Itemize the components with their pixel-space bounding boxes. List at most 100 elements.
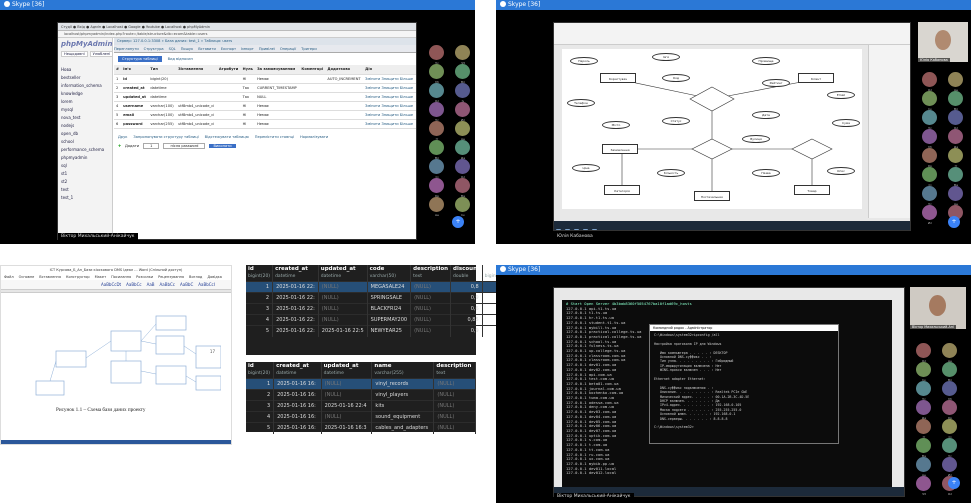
table-row[interactable]: 2 created_at datetime Так CURRENT_TIMESTAMP З… bbox=[114, 83, 416, 93]
participant-avatar[interactable]: Ім bbox=[455, 197, 470, 217]
participant-avatar[interactable]: Ва bbox=[948, 167, 963, 187]
table-row[interactable]: 4 username varchar(100) utf8mb4_unicode_ci Н… bbox=[114, 101, 416, 111]
style-preset[interactable]: AaB bbox=[147, 282, 155, 287]
participant-avatar[interactable]: Ан bbox=[916, 457, 931, 477]
db-tree-item[interactable]: test_1 bbox=[58, 194, 112, 202]
participant-avatar[interactable]: Ан bbox=[942, 343, 957, 363]
grid-row[interactable]: 4 2025-01-16 22: (NULL) SUPERMAY200 (NULL) 0,… bbox=[246, 314, 515, 326]
pma-tab[interactable]: Переглянути bbox=[114, 47, 139, 51]
grid-cell[interactable]: 4 bbox=[246, 314, 274, 326]
grid-cell[interactable]: (NULL) bbox=[318, 303, 368, 315]
db-tree-item[interactable]: bestseller bbox=[58, 74, 112, 82]
participant-avatar[interactable]: Іт bbox=[916, 419, 931, 439]
structure-action-link[interactable]: Відстежувати таблицю bbox=[205, 135, 249, 139]
attribute-ellipse[interactable]: Ім'я bbox=[652, 53, 680, 61]
grid-cell[interactable]: (NULL) bbox=[433, 378, 476, 390]
browser-url-bar[interactable]: localhost/phpmyadmin/index.php?route=/ta… bbox=[58, 31, 416, 38]
grid-cell[interactable]: 2025-01-16 16: bbox=[273, 389, 322, 401]
db-tree-item[interactable]: test bbox=[58, 186, 112, 194]
recent-tab[interactable]: Нещодавні bbox=[61, 51, 88, 57]
grid-cell[interactable]: (NULL) bbox=[410, 314, 452, 326]
entity-box[interactable]: Користувач bbox=[600, 73, 636, 83]
grid-cell[interactable]: (NULL) bbox=[410, 292, 452, 304]
grid-row[interactable]: 1 2025-01-16 22: (NULL) MEGASALE24 (NULL) 0,8… bbox=[246, 281, 515, 293]
db-tree-item[interactable]: phpmyadmin bbox=[58, 154, 112, 162]
folder-icon[interactable] bbox=[574, 229, 579, 230]
grid-cell[interactable]: SPRINGSALE bbox=[367, 292, 412, 304]
attribute-ellipse[interactable]: Назва bbox=[752, 169, 780, 177]
grid-row[interactable]: 2 2025-01-16 22: (NULL) SPRINGSALE (NULL) 0,9… bbox=[246, 292, 515, 304]
participant-avatar[interactable]: Ол bbox=[922, 72, 937, 92]
grid-column-header[interactable]: updated_at datetime bbox=[318, 265, 368, 282]
db-tree-item[interactable]: information_schema bbox=[58, 82, 112, 90]
participant-avatar[interactable]: Ус bbox=[922, 110, 937, 130]
add-participant-button[interactable]: + bbox=[948, 477, 960, 489]
add-participant-button[interactable]: + bbox=[452, 216, 464, 228]
structure-action-link[interactable]: Перемістити стовпці bbox=[255, 135, 294, 139]
grid-cell[interactable]: 2025-01-16 22:4 bbox=[321, 400, 373, 412]
grid-column-header[interactable]: description text bbox=[433, 362, 476, 379]
grid-cell[interactable]: (NULL) bbox=[410, 281, 452, 293]
participant-avatar[interactable]: Ан bbox=[948, 186, 963, 206]
style-preset[interactable]: AaBbC bbox=[180, 282, 193, 287]
pma-tab[interactable]: Вставити bbox=[198, 47, 216, 51]
participant-avatar[interactable]: Да bbox=[455, 140, 470, 160]
participant-avatar[interactable]: ЧЗ bbox=[455, 45, 470, 65]
participant-avatar[interactable]: Вл bbox=[942, 362, 957, 382]
grid-cell[interactable]: 2025-01-16 16: bbox=[273, 411, 322, 423]
pma-tab[interactable]: Привілеї bbox=[259, 47, 275, 51]
participant-avatar[interactable]: Ва bbox=[916, 438, 931, 458]
grid-cell[interactable]: SUPERMAY200 bbox=[367, 314, 412, 326]
style-preset[interactable]: AaBbCcI bbox=[198, 282, 215, 287]
cmd-window[interactable]: Командний рядок - Адміністратор C:\Windo… bbox=[649, 324, 839, 444]
db-tree-item[interactable]: nodejs bbox=[58, 122, 112, 130]
relation-view-button[interactable]: Вид відносин bbox=[167, 56, 194, 62]
grid-cell[interactable]: 2025-01-16 22:5 bbox=[318, 325, 368, 337]
grid-cell[interactable]: 3 bbox=[246, 303, 274, 315]
grid-cell[interactable]: 2025-01-16 16: bbox=[273, 400, 322, 412]
grid-cell[interactable]: kits bbox=[371, 400, 435, 412]
pma-tab[interactable]: Тригери bbox=[301, 47, 317, 51]
grid-column-header[interactable]: description text bbox=[410, 265, 452, 282]
participant-avatar[interactable]: Іч bbox=[455, 83, 470, 103]
attribute-ellipse[interactable]: Email bbox=[827, 91, 855, 99]
attribute-ellipse[interactable]: Телефон bbox=[567, 99, 595, 107]
db-tree-item[interactable]: st1 bbox=[58, 170, 112, 178]
participant-avatar[interactable]: Кр bbox=[922, 148, 937, 168]
grid-cell[interactable]: (NULL) bbox=[433, 411, 476, 423]
entity-box[interactable]: Постачальник bbox=[694, 191, 730, 201]
structure-action-link[interactable]: Друк bbox=[118, 135, 127, 139]
grid-cell[interactable]: 0,8 bbox=[450, 281, 483, 293]
grid-cell[interactable]: (NULL) bbox=[318, 292, 368, 304]
participant-avatar[interactable]: Ол bbox=[429, 83, 444, 103]
participant-avatar[interactable]: Ил bbox=[942, 457, 957, 477]
grid-cell[interactable]: 0,9 bbox=[450, 292, 483, 304]
structure-action-link[interactable]: Запропонувати структуру таблиці bbox=[133, 135, 198, 139]
grid-cell[interactable]: 2025-01-16 22: bbox=[272, 281, 319, 293]
participant-avatar[interactable]: Кр bbox=[429, 178, 444, 198]
participant-avatar[interactable]: Ан bbox=[455, 121, 470, 141]
attribute-ellipse[interactable]: Рейтинг bbox=[762, 79, 790, 87]
grid-row[interactable]: 3 2025-01-16 22: (NULL) BLACKFRI24 (NULL) 0,6… bbox=[246, 303, 515, 315]
attribute-ellipse[interactable]: Пароль bbox=[570, 57, 598, 65]
grid-cell[interactable]: 2025-01-16 22: bbox=[272, 303, 319, 315]
grid-cell[interactable]: BLACKFRI24 bbox=[367, 303, 412, 315]
table-row[interactable]: 1 id bigint(20) Ні Немає AUTO_INCREMENT Змінит… bbox=[114, 74, 416, 84]
participant-avatar[interactable]: Ол bbox=[455, 159, 470, 179]
attribute-ellipse[interactable]: Кількість bbox=[657, 169, 685, 177]
grid-cell[interactable]: 2025-01-16 22: bbox=[272, 325, 319, 337]
grid-cell[interactable]: (NULL) bbox=[433, 389, 476, 401]
browser-icon[interactable] bbox=[583, 229, 588, 230]
favorites-tab[interactable]: Улюблені bbox=[89, 51, 114, 57]
visio-icon[interactable] bbox=[592, 229, 597, 230]
grid-cell[interactable]: (NULL) bbox=[321, 378, 373, 390]
grid-column-header[interactable]: code varchar(50) bbox=[367, 265, 412, 282]
db-tree-item[interactable]: nova_test bbox=[58, 114, 112, 122]
db-tree-item[interactable]: lorem bbox=[58, 98, 112, 106]
table-cell[interactable]: Змінити Знищити Більше bbox=[363, 83, 416, 93]
attribute-ellipse[interactable]: Статус bbox=[662, 117, 690, 125]
add-position-select[interactable]: після password bbox=[163, 142, 206, 149]
grid-cell[interactable]: 5 bbox=[246, 422, 275, 434]
grid-row[interactable]: 1 2025-01-16 16: (NULL) vinyl_records (NULL) bbox=[246, 378, 476, 390]
ribbon-tab[interactable]: Довідка bbox=[207, 275, 222, 279]
